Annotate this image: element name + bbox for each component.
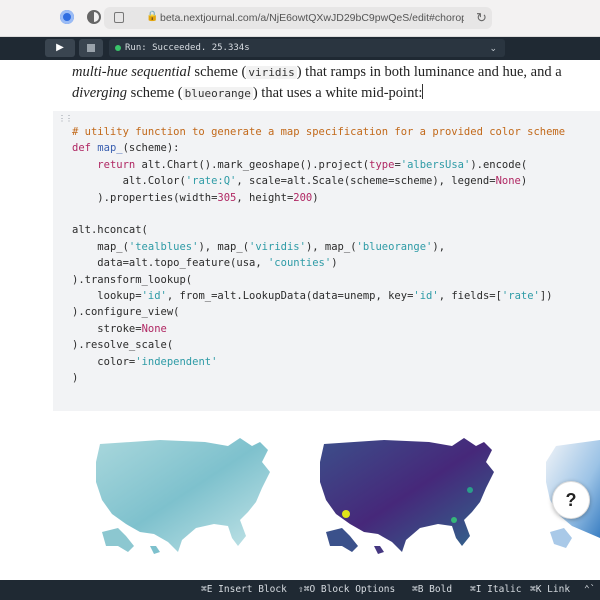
status-text: Run: Succeeded. 25.334s (125, 43, 250, 53)
code-token: ), map_( (305, 240, 357, 253)
high-value-spot (342, 510, 350, 518)
code-token: (scheme): (122, 142, 180, 155)
text-span: ) that ramps in both luminance and hue, … (296, 64, 562, 80)
text-span: ) that uses a white mid-point: (252, 85, 423, 101)
code-token: 'counties' (267, 257, 332, 270)
privacy-shield-icon[interactable] (87, 10, 101, 24)
shortcut-bar: ⌘E Insert Block ⇧⌘O Block Options ⌘B Bol… (0, 580, 600, 600)
code-token: alt.Color( (122, 175, 186, 188)
code-token: data=alt.topo_feature(usa, (97, 257, 268, 270)
code-token: ]) (539, 290, 553, 303)
code-token: 305 (217, 191, 237, 204)
run-toolbar: ▶ Run: Succeeded. 25.334s ⌄ (0, 37, 600, 60)
code-comment: # utility function to generate a map spe… (72, 126, 566, 138)
code-token: ) (312, 191, 319, 204)
code-token: alt.hconcat( (72, 224, 148, 237)
code-token: type (369, 158, 395, 171)
text-span: scheme ( (190, 64, 247, 80)
stop-icon (87, 44, 95, 52)
reload-icon[interactable]: ↻ (476, 10, 487, 25)
tab-overview-icon[interactable] (114, 12, 124, 23)
chevron-down-icon[interactable]: ⌄ (489, 41, 497, 55)
code-token: 'rate:Q' (185, 175, 237, 188)
mid-value-spot (467, 487, 473, 493)
address-bar[interactable]: 🔒 beta.nextjournal.com/a/NjE6owtQXwJD29b… (104, 7, 492, 29)
code-token: alt.Chart().mark_geoshape().project( (135, 158, 370, 171)
help-button[interactable]: ? (552, 481, 590, 519)
code-token: stroke= (97, 322, 142, 335)
drag-handle-icon[interactable]: ⋮⋮ (58, 114, 73, 123)
code-token: , scale=alt.Scale(scheme=scheme), legend… (236, 175, 496, 188)
shortcut-insert-block[interactable]: ⌘E Insert Block (201, 583, 287, 597)
map-viridis (320, 438, 494, 554)
text-span: scheme ( (127, 85, 183, 101)
alaska-shape (326, 528, 358, 552)
lock-icon: 🔒 (146, 11, 159, 22)
code-token: ), (432, 240, 446, 253)
status-dot-icon (115, 45, 121, 51)
code-token: ) (520, 175, 528, 188)
code-cell[interactable]: ⋮⋮ # utility function to generate a map … (53, 111, 600, 411)
inline-code: blueorange (182, 87, 253, 100)
code-token: 'albersUsa' (400, 158, 471, 171)
shortcut-italic[interactable]: ⌘I Italic (470, 583, 521, 597)
url-text[interactable]: beta.nextjournal.com/a/NjE6owtQXwJD29bC9… (160, 11, 464, 25)
code-token: map_( (97, 240, 129, 253)
code-token: None (141, 322, 167, 335)
code-token: return (97, 158, 136, 171)
map-output (0, 428, 600, 580)
code-token: 'id' (413, 290, 439, 303)
shortcut-block-options[interactable]: ⇧⌘O Block Options (298, 583, 395, 597)
code-token: 'blueorange' (356, 240, 433, 253)
text-cursor (422, 84, 424, 99)
code-token: 'rate' (501, 290, 540, 303)
code-token: 'tealblues' (128, 240, 199, 253)
shortcut-more[interactable]: ⌃` (584, 583, 595, 597)
alaska-shape (102, 528, 134, 552)
code-token: def (72, 142, 91, 155)
code-token: ).transform_lookup( (72, 273, 193, 286)
mid-value-spot (451, 517, 457, 523)
code-token: , from_=alt.LookupData(data=unemp, key= (166, 290, 414, 303)
code-token: 'id' (141, 290, 167, 303)
paragraph[interactable]: multi-hue sequential scheme (viridis) th… (72, 62, 572, 104)
alaska-shape (550, 528, 572, 548)
code-token: 'independent' (135, 355, 218, 368)
code-editor[interactable]: # utility function to generate a map spe… (72, 124, 565, 387)
emphasis: diverging (72, 85, 128, 101)
code-token: , height= (236, 191, 294, 204)
code-token: ).encode( (470, 158, 528, 171)
password-manager-icon[interactable] (60, 10, 74, 24)
code-token: ), map_( (198, 240, 250, 253)
browser-toolbar: 🔒 beta.nextjournal.com/a/NjE6owtQXwJD29b… (0, 0, 600, 37)
inline-code: viridis (246, 66, 297, 79)
code-token: 'viridis' (249, 240, 306, 253)
code-token: ).resolve_scale( (72, 339, 174, 352)
choropleth-maps (96, 438, 600, 554)
code-token: 200 (293, 191, 313, 204)
code-token: , fields=[ (438, 290, 502, 303)
code-token: ) (331, 257, 338, 270)
code-token: ) (72, 372, 79, 385)
shortcut-bold[interactable]: ⌘B Bold (412, 583, 452, 597)
emphasis: multi-hue sequential (72, 64, 191, 80)
code-token: map_ (97, 142, 123, 155)
code-token: lookup= (97, 290, 142, 303)
hawaii-shape (374, 546, 384, 554)
code-token: color= (97, 355, 136, 368)
run-button[interactable]: ▶ (45, 39, 75, 57)
code-token: ).configure_view( (72, 306, 180, 319)
code-token: ).properties(width= (97, 191, 218, 204)
code-token: None (495, 175, 521, 188)
stop-button[interactable] (79, 39, 103, 57)
run-status[interactable]: Run: Succeeded. 25.334s ⌄ (109, 39, 505, 57)
hawaii-shape (150, 546, 160, 554)
shortcut-link[interactable]: ⌘K Link (530, 583, 570, 597)
map-tealblues (96, 438, 270, 554)
play-icon: ▶ (56, 42, 64, 53)
